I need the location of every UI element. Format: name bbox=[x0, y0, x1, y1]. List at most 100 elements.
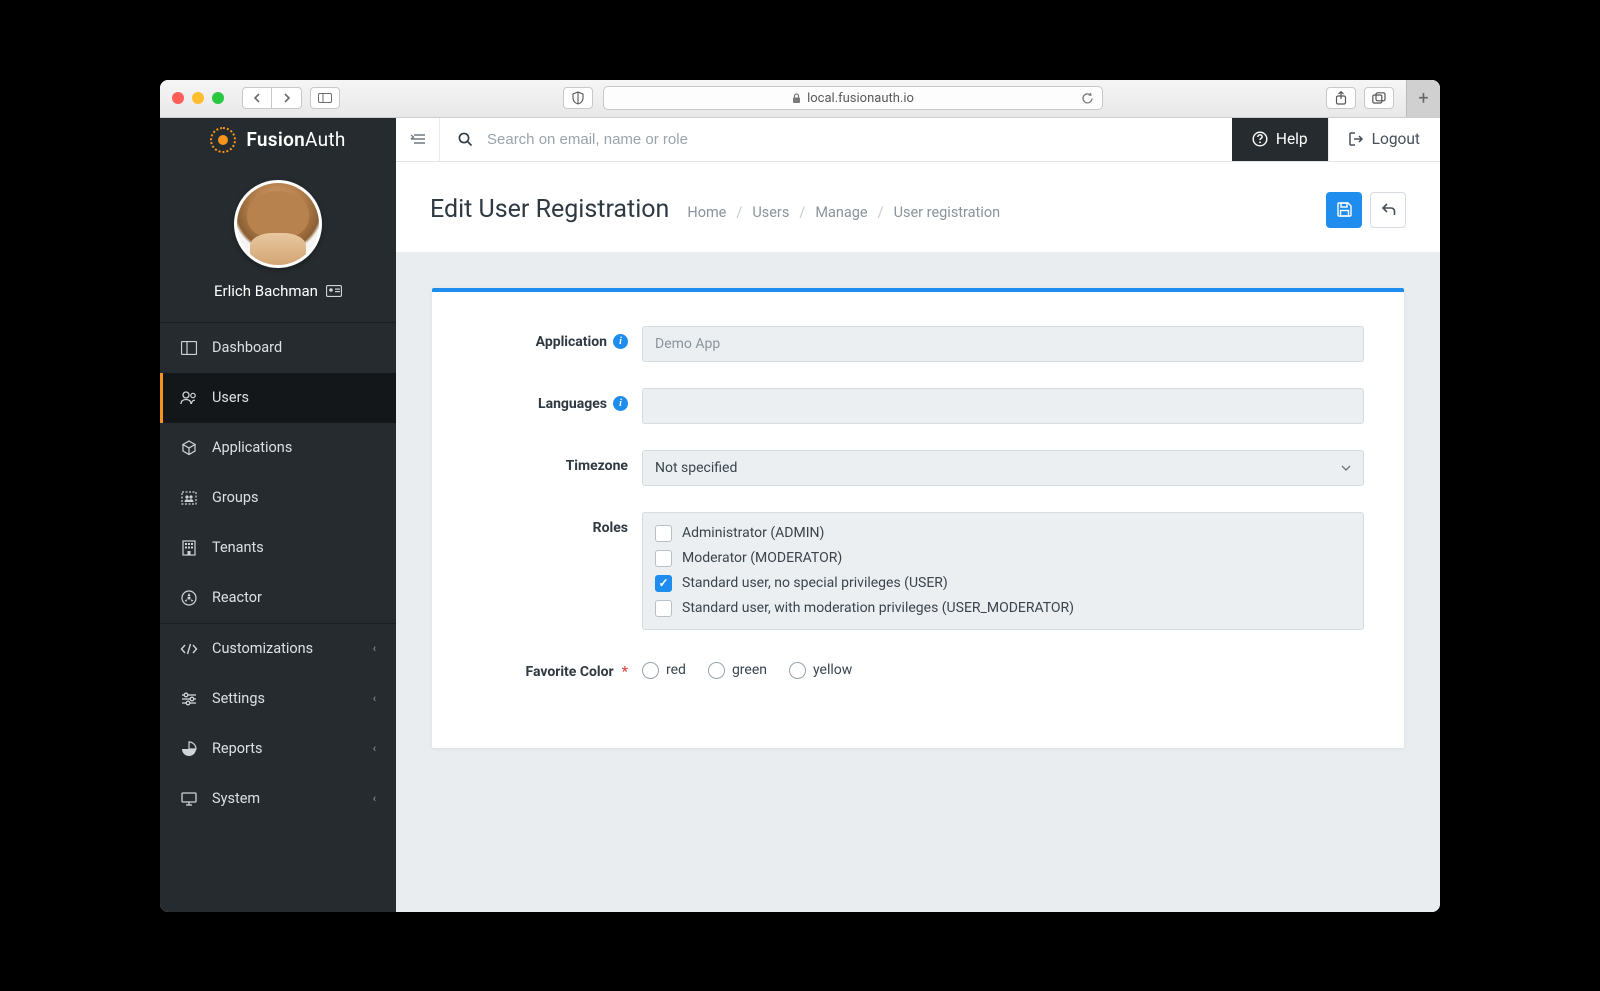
radio-button[interactable] bbox=[642, 662, 659, 679]
browser-back-button[interactable] bbox=[242, 87, 272, 109]
logout-icon bbox=[1349, 132, 1364, 146]
radio-red[interactable]: red bbox=[642, 662, 686, 679]
timezone-value: Not specified bbox=[655, 460, 737, 476]
breadcrumb-users[interactable]: Users bbox=[752, 204, 789, 221]
form-panel: Application i Demo App Languages i bbox=[432, 288, 1404, 748]
sidebar-item-label: Users bbox=[212, 389, 249, 406]
application-field: Demo App bbox=[642, 326, 1364, 362]
breadcrumb-sep: / bbox=[878, 204, 884, 221]
chart-icon bbox=[180, 741, 198, 757]
lock-icon bbox=[792, 93, 801, 104]
applications-icon bbox=[180, 440, 198, 456]
chevron-left-icon: ‹ bbox=[373, 692, 376, 705]
radio-green[interactable]: green bbox=[708, 662, 767, 679]
role-label: Moderator (MODERATOR) bbox=[682, 550, 842, 566]
browser-forward-button[interactable] bbox=[272, 87, 302, 109]
breadcrumb-manage[interactable]: Manage bbox=[815, 204, 867, 221]
timezone-select[interactable]: Not specified bbox=[642, 450, 1364, 486]
tenants-icon bbox=[180, 540, 198, 556]
sidebar-item-dashboard[interactable]: Dashboard bbox=[160, 323, 396, 373]
sidebar-item-reports[interactable]: Reports ‹ bbox=[160, 724, 396, 774]
search-area bbox=[440, 118, 1232, 161]
sidebar-item-groups[interactable]: Groups bbox=[160, 473, 396, 523]
label-languages: Languages i bbox=[472, 388, 642, 412]
logout-label: Logout bbox=[1372, 130, 1420, 148]
favorite-color-options: red green yellow bbox=[642, 656, 1364, 679]
url-text: local.fusionauth.io bbox=[807, 91, 914, 106]
search-input[interactable] bbox=[487, 131, 1214, 148]
sidebar-item-label: Groups bbox=[212, 489, 259, 506]
window-minimize-button[interactable] bbox=[192, 92, 204, 104]
app-frame: FusionAuth Erlich Bachman Dashboard bbox=[160, 118, 1440, 912]
info-icon[interactable]: i bbox=[613, 334, 628, 349]
sidebar-item-users[interactable]: Users bbox=[160, 373, 396, 423]
reactor-icon bbox=[180, 590, 198, 606]
sidebar-item-label: Dashboard bbox=[212, 339, 282, 356]
role-option-user-moderator[interactable]: Standard user, with moderation privilege… bbox=[655, 596, 1351, 621]
tabs-button[interactable] bbox=[1364, 87, 1394, 109]
window-close-button[interactable] bbox=[172, 92, 184, 104]
role-label: Standard user, no special privileges (US… bbox=[682, 575, 948, 591]
sidebar-item-reactor[interactable]: Reactor bbox=[160, 573, 396, 623]
address-bar[interactable]: local.fusionauth.io bbox=[603, 86, 1103, 110]
logo[interactable]: FusionAuth bbox=[160, 118, 396, 162]
role-option-user[interactable]: Standard user, no special privileges (US… bbox=[655, 571, 1351, 596]
browser-sidebar-button[interactable] bbox=[310, 87, 340, 109]
info-icon[interactable]: i bbox=[613, 396, 628, 411]
chevron-down-icon bbox=[1341, 465, 1351, 471]
reload-icon[interactable] bbox=[1081, 92, 1094, 105]
application-value: Demo App bbox=[655, 336, 720, 352]
checkbox[interactable] bbox=[655, 575, 672, 592]
new-tab-button[interactable]: + bbox=[1406, 80, 1440, 118]
sidebar-item-tenants[interactable]: Tenants bbox=[160, 523, 396, 573]
checkbox[interactable] bbox=[655, 525, 672, 542]
row-application: Application i Demo App bbox=[472, 326, 1364, 362]
help-button[interactable]: Help bbox=[1232, 118, 1328, 161]
page-header: Edit User Registration Home / Users / Ma… bbox=[396, 162, 1440, 252]
privacy-shield-button[interactable] bbox=[563, 87, 593, 109]
radio-button[interactable] bbox=[708, 662, 725, 679]
save-button[interactable] bbox=[1326, 192, 1362, 228]
chevron-left-icon: ‹ bbox=[373, 792, 376, 805]
role-option-moderator[interactable]: Moderator (MODERATOR) bbox=[655, 546, 1351, 571]
users-icon bbox=[180, 391, 198, 405]
page-title: Edit User Registration bbox=[430, 195, 669, 224]
radio-label: yellow bbox=[813, 662, 852, 678]
languages-field[interactable] bbox=[642, 388, 1364, 424]
role-option-admin[interactable]: Administrator (ADMIN) bbox=[655, 521, 1351, 546]
content-area: Application i Demo App Languages i bbox=[396, 252, 1440, 912]
row-languages: Languages i bbox=[472, 388, 1364, 424]
label-favorite-color: Favorite Color* bbox=[472, 656, 642, 680]
sliders-icon bbox=[180, 692, 198, 706]
profile-area: Erlich Bachman bbox=[160, 162, 396, 322]
id-card-icon[interactable] bbox=[326, 285, 342, 297]
sidebar-item-label: Reports bbox=[212, 740, 263, 757]
back-button[interactable] bbox=[1370, 192, 1406, 228]
window-zoom-button[interactable] bbox=[212, 92, 224, 104]
label-roles: Roles bbox=[472, 512, 642, 536]
logo-icon bbox=[210, 127, 236, 153]
radio-yellow[interactable]: yellow bbox=[789, 662, 852, 679]
checkbox[interactable] bbox=[655, 550, 672, 567]
help-label: Help bbox=[1276, 130, 1308, 148]
breadcrumb-home[interactable]: Home bbox=[687, 204, 726, 221]
share-button[interactable] bbox=[1326, 87, 1356, 109]
radio-button[interactable] bbox=[789, 662, 806, 679]
checkbox[interactable] bbox=[655, 600, 672, 617]
sidebar-item-applications[interactable]: Applications bbox=[160, 423, 396, 473]
sidebar-item-settings[interactable]: Settings ‹ bbox=[160, 674, 396, 724]
help-icon bbox=[1252, 131, 1268, 147]
groups-icon bbox=[180, 491, 198, 505]
logout-button[interactable]: Logout bbox=[1328, 118, 1440, 161]
code-icon bbox=[180, 643, 198, 655]
sidebar-item-customizations[interactable]: Customizations ‹ bbox=[160, 624, 396, 674]
sidebar-item-label: Customizations bbox=[212, 640, 313, 657]
breadcrumb-sep: / bbox=[799, 204, 805, 221]
sidebar-item-label: Settings bbox=[212, 690, 265, 707]
traffic-lights bbox=[172, 92, 224, 104]
sidebar-item-system[interactable]: System ‹ bbox=[160, 774, 396, 824]
radio-label: red bbox=[666, 662, 686, 678]
sidebar-item-label: Applications bbox=[212, 439, 292, 456]
sidebar-collapse-button[interactable] bbox=[396, 118, 440, 161]
avatar[interactable] bbox=[234, 180, 322, 268]
